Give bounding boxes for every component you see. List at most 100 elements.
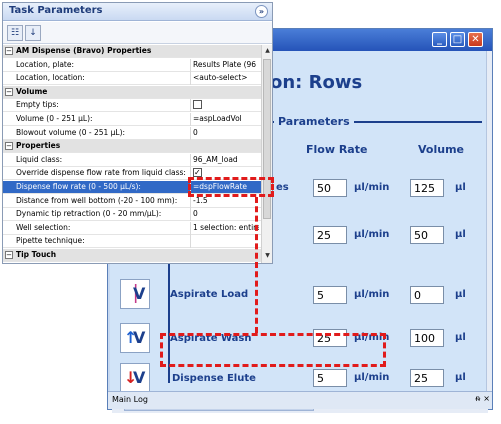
collapse-category-icon[interactable]: −: [5, 142, 13, 151]
volume-input[interactable]: 25: [410, 369, 444, 387]
property-key: Volume: [16, 86, 48, 96]
volume-input[interactable]: 125: [410, 179, 444, 197]
volume-unit: µl: [455, 229, 466, 240]
property-key: Volume (0 - 251 µL):: [16, 114, 93, 123]
parameters-group-label: Parameters: [274, 115, 354, 128]
property-category[interactable]: − AM Dispense (Bravo) Properties: [3, 45, 261, 58]
vertical-scrollbar[interactable]: [486, 51, 492, 401]
main-log-bar[interactable]: Main Log ᵰ ×: [108, 391, 492, 409]
flow-unit: µl/min: [354, 372, 390, 383]
annotation-highlight-dispense-elute-row: [160, 333, 386, 367]
collapse-category-icon[interactable]: −: [5, 47, 13, 55]
property-key: Location, plate:: [16, 59, 75, 69]
task-parameters-titlebar: Task Parameters »: [3, 3, 272, 21]
column-divider: [190, 126, 191, 140]
maximize-button[interactable]: □: [450, 32, 465, 47]
volume-input[interactable]: 0: [410, 286, 444, 304]
column-divider: [190, 113, 191, 126]
flow-rate-input[interactable]: 50: [313, 179, 347, 197]
property-category[interactable]: − Properties: [3, 140, 261, 154]
task-parameters-panel: Task Parameters » ☷ ↓ − AM Dispense (Brav…: [2, 2, 273, 264]
property-category[interactable]: − Volume: [3, 85, 261, 99]
flow-unit: µl/min: [354, 289, 390, 300]
aspirate-load-icon: ▕ V: [120, 279, 150, 309]
property-key: Distance from well bottom (-20 - 100 mm)…: [16, 195, 178, 205]
property-checkbox[interactable]: [193, 100, 202, 110]
property-key: AM Dispense (Bravo) Properties: [16, 46, 152, 55]
column-divider: [190, 235, 191, 249]
flow-unit: µl/min: [354, 229, 390, 240]
annotation-connector-line: [255, 197, 258, 333]
property-key: Well selection:: [16, 222, 71, 232]
property-row[interactable]: Empty tips:: [3, 99, 261, 113]
column-divider: [190, 58, 191, 72]
aspirate-wash-icon: ↑ V: [120, 323, 150, 353]
property-row[interactable]: Blowout volume (0 - 251 µL): 0: [3, 126, 261, 140]
collapse-icon[interactable]: »: [255, 5, 268, 18]
volume-header: Volume: [418, 143, 464, 156]
minimize-button[interactable]: _: [432, 32, 447, 47]
property-key: Tip Touch: [16, 250, 57, 259]
property-value[interactable]: 0: [193, 209, 259, 218]
property-row[interactable]: Well selection: 1 selection: entire: [3, 221, 261, 235]
row-label: es: [276, 182, 289, 193]
property-grid-scrollbar[interactable]: ▲ ▼: [261, 45, 272, 263]
property-value[interactable]: 0: [193, 128, 259, 137]
column-divider: [190, 153, 191, 167]
collapse-category-icon[interactable]: −: [5, 87, 13, 96]
volume-unit: µl: [455, 182, 466, 193]
volume-unit: µl: [455, 372, 466, 383]
property-value[interactable]: <auto-select>: [193, 73, 259, 82]
property-key: Empty tips:: [16, 100, 59, 110]
main-log-label: Main Log: [112, 395, 148, 404]
flow-rate-input[interactable]: 25: [313, 226, 347, 244]
categorized-icon[interactable]: ☷: [7, 25, 23, 41]
scroll-up-icon[interactable]: ▲: [263, 47, 272, 56]
volume-input[interactable]: 50: [410, 226, 444, 244]
property-value[interactable]: =aspLoadVol: [193, 114, 259, 123]
flow-rate-input[interactable]: 5: [313, 369, 347, 387]
pin-icon[interactable]: ᵰ: [476, 394, 480, 403]
property-category[interactable]: − Tip Touch: [3, 249, 261, 262]
column-divider: [190, 99, 191, 113]
property-value[interactable]: 1 selection: entire: [193, 223, 259, 232]
property-key: Override dispense flow rate from liquid …: [16, 168, 186, 178]
property-key: Properties: [16, 141, 61, 151]
volume-unit: µl: [455, 332, 466, 343]
property-row[interactable]: Volume (0 - 251 µL): =aspLoadVol: [3, 113, 261, 126]
close-icon[interactable]: ×: [483, 394, 490, 403]
annotation-highlight-flow-rate-field: [188, 177, 274, 197]
sort-alpha-icon[interactable]: ↓: [25, 25, 41, 41]
task-parameters-title: Task Parameters: [9, 5, 103, 16]
property-toolbar: ☷ ↓: [3, 22, 272, 44]
row-label-dispense-elute: Dispense Elute: [172, 373, 256, 384]
property-row[interactable]: Location, location: <auto-select>: [3, 72, 261, 86]
property-row[interactable]: Pipette technique:: [3, 235, 261, 249]
property-value[interactable]: 96_AM_load: [193, 155, 259, 164]
volume-unit: µl: [455, 289, 466, 300]
flow-rate-input[interactable]: 5: [313, 286, 347, 304]
property-row[interactable]: Liquid class: 96_AM_load: [3, 153, 261, 167]
property-key: Liquid class:: [16, 154, 63, 164]
close-button[interactable]: ✕: [468, 32, 483, 47]
column-divider: [190, 72, 191, 86]
property-row[interactable]: Dynamic tip retraction (0 - 20 mm/µL): 0: [3, 208, 261, 222]
dispense-elute-icon: ↓ V: [120, 363, 150, 393]
scroll-down-icon[interactable]: ▼: [263, 252, 272, 261]
property-grid: − AM Dispense (Bravo) Properties Location,…: [3, 45, 261, 263]
property-key: Dispense flow rate (0 - 500 µL/s):: [16, 182, 141, 191]
property-key: Blowout volume (0 - 251 µL):: [16, 127, 126, 137]
page-title: on: Rows: [270, 72, 363, 93]
volume-input[interactable]: 100: [410, 329, 444, 347]
property-key: Location, location:: [16, 73, 85, 83]
column-divider: [190, 208, 191, 222]
property-value[interactable]: Results Plate (96 (: [193, 60, 259, 69]
column-divider: [190, 221, 191, 235]
property-key: Pipette technique:: [16, 236, 85, 246]
collapse-category-icon[interactable]: −: [5, 251, 13, 259]
row-label-aspirate-load: Aspirate Load: [170, 289, 249, 300]
property-row[interactable]: Location, plate: Results Plate (96 (: [3, 58, 261, 72]
flow-rate-header: Flow Rate: [306, 143, 368, 156]
property-key: Dynamic tip retraction (0 - 20 mm/µL):: [16, 209, 162, 219]
flow-unit: µl/min: [354, 182, 390, 193]
